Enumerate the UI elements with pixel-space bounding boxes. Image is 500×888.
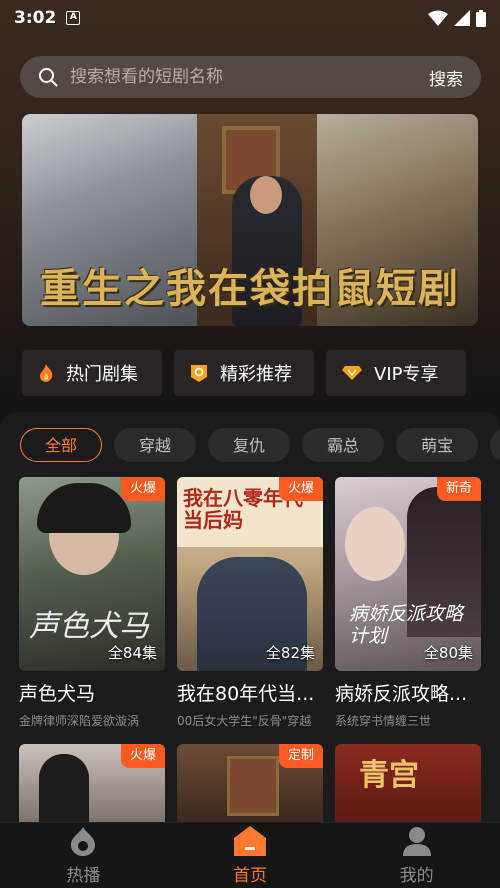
recommend-icon — [190, 363, 208, 383]
hot-series-button[interactable]: 热门剧集 — [22, 350, 162, 396]
vip-label: VIP专享 — [374, 364, 439, 385]
nav-hot[interactable]: 热播 — [0, 823, 167, 888]
drama-title: 声色犬马 — [19, 683, 96, 705]
vip-diamond-icon — [342, 366, 362, 380]
recommend-button[interactable]: 精彩推荐 — [174, 350, 314, 396]
drama-poster: 我在八零年代当后妈 火爆 全82集 — [177, 477, 323, 671]
drama-subtitle: 00后女大学生"反骨"穿越 — [177, 714, 312, 728]
nav-home-label: 首页 — [233, 866, 267, 886]
category-tab-ceo[interactable]: 霸总 — [302, 428, 385, 462]
drama-card[interactable]: 病娇反派攻略计划 新奇 全80集 病娇反派攻略... 系统穿书情缠三世 — [335, 477, 481, 729]
battery-icon — [476, 9, 486, 27]
recommend-label: 精彩推荐 — [220, 364, 292, 385]
episode-count: 全80集 — [423, 644, 473, 662]
category-tab-cute-baby[interactable]: 萌宝 — [396, 428, 479, 462]
drama-title: 病娇反派攻略... — [335, 683, 468, 705]
drama-card[interactable]: 我在八零年代当后妈 火爆 全82集 我在80年代当... 00后女大学生"反骨"… — [177, 477, 323, 729]
category-tab-revenge[interactable]: 复仇 — [208, 428, 291, 462]
custom-badge: 定制 — [278, 744, 323, 768]
poster-portrait-frame — [227, 756, 279, 816]
category-tabs: 全部 穿越 复仇 霸总 萌宝 虐 — [20, 428, 500, 462]
poster-title-art: 病娇反派攻略计划 — [349, 603, 464, 647]
category-tab-time-travel[interactable]: 穿越 — [114, 428, 197, 462]
flame-icon — [38, 364, 54, 382]
drama-poster: 声色犬马 火爆 全84集 — [19, 477, 165, 671]
poster-title-art: 青宫 — [359, 758, 419, 793]
drama-subtitle: 系统穿书情缠三世 — [335, 714, 432, 728]
episode-count: 全82集 — [265, 644, 315, 662]
nav-hot-label: 热播 — [66, 866, 101, 886]
drama-panel: 全部 穿越 复仇 霸总 萌宝 虐 声色犬马 火爆 全84集 声色犬马 金牌律师深… — [0, 412, 500, 822]
drama-poster: 病娇反派攻略计划 新奇 全80集 — [335, 477, 481, 671]
poster-hair — [37, 483, 131, 533]
category-tab-all[interactable]: 全部 — [20, 428, 103, 462]
poster-title-art: 声色犬马 — [29, 609, 149, 644]
signal-icon — [454, 10, 470, 26]
search-input[interactable] — [70, 67, 429, 87]
drama-card-partial[interactable]: 青宫 — [335, 744, 481, 822]
search-button[interactable]: 搜索 — [429, 65, 463, 90]
hot-badge: 火爆 — [278, 477, 323, 501]
category-tab-angst[interactable]: 虐 — [490, 428, 500, 462]
hot-series-label: 热门剧集 — [66, 364, 138, 385]
banner-character-head — [250, 176, 282, 214]
drama-card[interactable]: 声色犬马 火爆 全84集 声色犬马 金牌律师深陷爱欲漩涡 — [19, 477, 165, 729]
hot-badge: 火爆 — [120, 477, 165, 501]
poster-face — [345, 507, 405, 581]
search-icon — [39, 68, 58, 87]
wifi-icon — [428, 10, 448, 26]
episode-count: 全84集 — [107, 644, 157, 662]
status-bar: 3:02 A — [0, 0, 500, 36]
nav-home[interactable]: 首页 — [167, 823, 334, 888]
user-icon — [402, 827, 431, 856]
bottom-navigation: 热播 首页 我的 — [0, 822, 500, 888]
drama-subtitle: 金牌律师深陷爱欲漩涡 — [19, 714, 140, 728]
drama-card-partial[interactable]: 定制 — [177, 744, 323, 822]
vip-button[interactable]: VIP专享 — [326, 350, 466, 396]
status-time: 3:02 — [14, 8, 57, 28]
drama-title: 我在80年代当... — [177, 683, 315, 705]
flame-drop-icon — [71, 827, 96, 856]
home-icon — [234, 826, 266, 856]
hot-badge: 火爆 — [120, 744, 165, 768]
nav-profile-label: 我的 — [399, 866, 434, 886]
search-bar[interactable]: 搜索 — [20, 56, 481, 98]
app-notification-icon: A — [66, 11, 81, 25]
drama-card-partial[interactable]: 火爆 — [19, 744, 165, 822]
nav-profile[interactable]: 我的 — [333, 823, 500, 888]
promo-banner[interactable]: 重生之我在袋拍鼠短剧 — [22, 114, 478, 326]
novel-badge: 新奇 — [436, 477, 481, 501]
banner-title: 重生之我在袋拍鼠短剧 — [40, 265, 460, 312]
poster-figure — [39, 754, 89, 822]
